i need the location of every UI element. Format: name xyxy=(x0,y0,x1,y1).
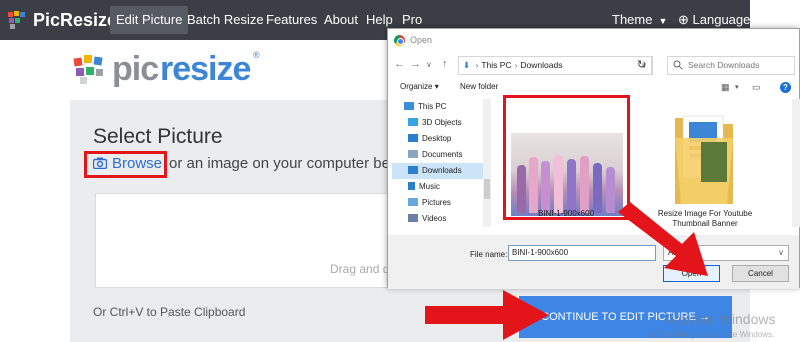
help-icon[interactable]: ? xyxy=(780,82,791,93)
nav-features[interactable]: Features xyxy=(260,6,323,34)
nav-item-videos[interactable]: Videos xyxy=(408,211,446,227)
nav-item-label: This PC xyxy=(418,102,447,111)
picresize-logo-icon xyxy=(8,11,25,29)
activate-windows-watermark: Activate Windows xyxy=(665,311,776,327)
nav-item-desktop[interactable]: Desktop xyxy=(408,131,451,147)
chrome-icon xyxy=(394,35,405,46)
nav-edit-picture[interactable]: Edit Picture xyxy=(110,6,189,34)
chevron-down-icon: ∨ xyxy=(778,248,784,257)
up-arrow-icon[interactable]: ↑ xyxy=(442,58,448,70)
logo-registered-mark: ® xyxy=(253,50,260,60)
logo-text-pic: pic xyxy=(112,50,159,88)
back-arrow-icon[interactable]: ← xyxy=(394,58,405,70)
nav-item-music[interactable]: Music xyxy=(408,179,440,195)
address-bar[interactable]: ⬇ › This PC › Downloads ∨ xyxy=(458,56,652,75)
navigation-scrollbar-thumb[interactable] xyxy=(484,179,490,199)
pictures-icon xyxy=(408,198,418,206)
caret-down-icon: ▼ xyxy=(658,16,668,26)
nav-item-downloads[interactable]: Downloads xyxy=(392,163,491,179)
photo-figure xyxy=(541,161,550,213)
music-icon xyxy=(408,182,415,190)
nav-item-this-pc[interactable]: This PC xyxy=(404,99,446,115)
dialog-address-toolbar: ← → ∨ ↑ ⬇ › This PC › Downloads ∨ ↻ Search … xyxy=(388,53,799,77)
open-file-dialog: Open ← → ∨ ↑ ⬇ › This PC › Downloads ∨ ↻ Se… xyxy=(387,28,800,289)
search-placeholder: Search Downloads xyxy=(688,60,760,70)
red-arrow-icon xyxy=(425,290,549,340)
breadcrumb-downloads[interactable]: Downloads xyxy=(520,60,562,70)
preview-pane-icon[interactable]: ▭ xyxy=(752,82,761,93)
cube-icon xyxy=(408,118,418,126)
refresh-button[interactable]: ↻ xyxy=(631,56,653,75)
drag-drop-hint: Drag and d xyxy=(330,262,390,276)
photo-figure xyxy=(580,156,589,213)
nav-item-label: 3D Objects xyxy=(422,118,462,127)
forward-arrow-icon[interactable]: → xyxy=(410,58,421,70)
view-dropdown-icon[interactable]: ▾ xyxy=(735,83,739,91)
download-icon: ⬇ xyxy=(463,60,471,70)
dialog-title: Open xyxy=(410,35,433,45)
computer-icon xyxy=(404,102,414,110)
nav-item-documents[interactable]: Documents xyxy=(408,147,462,163)
videos-icon xyxy=(408,214,418,222)
recent-dropdown-icon[interactable]: ∨ xyxy=(426,60,432,69)
activate-windows-subtext: Go to Settings to activate Windows. xyxy=(648,330,775,339)
folder-icon[interactable] xyxy=(671,108,737,208)
nav-about[interactable]: About xyxy=(318,6,364,34)
organize-menu[interactable]: Organize ▾ xyxy=(400,82,439,91)
photo-figure xyxy=(567,159,576,213)
nav-item-label: Downloads xyxy=(422,166,462,175)
nav-item-label: Music xyxy=(419,182,440,191)
logo-text-resize: resize xyxy=(160,50,251,88)
nav-item-label: Videos xyxy=(422,214,447,223)
search-downloads-input[interactable]: Search Downloads xyxy=(667,56,795,75)
nav-item-pictures[interactable]: Pictures xyxy=(408,195,451,211)
nav-item-3d-objects[interactable]: 3D Objects xyxy=(408,115,462,131)
language-label: Language: xyxy=(692,12,754,27)
navigation-scrollbar[interactable] xyxy=(483,99,491,227)
page-title: Select Picture xyxy=(93,125,223,148)
photo-figure xyxy=(593,163,602,213)
view-options-icon[interactable]: ▦ xyxy=(721,82,730,93)
file-name-caption[interactable]: BINI-1-900x600 xyxy=(538,209,594,218)
caret-down-icon: ▾ xyxy=(434,82,439,91)
brand-name[interactable]: PicResize xyxy=(33,10,117,31)
photo-figure xyxy=(554,155,563,213)
download-icon xyxy=(408,166,418,174)
breadcrumb-this-pc[interactable]: This PC xyxy=(481,60,511,70)
browse-hint-text: or an image on your computer bel xyxy=(169,155,394,172)
red-arrow-icon xyxy=(618,202,708,276)
photo-figure xyxy=(517,165,526,213)
filename-label: File name: xyxy=(470,250,508,259)
desktop-icon xyxy=(408,134,418,142)
new-folder-button[interactable]: New folder xyxy=(460,82,498,91)
path-separator-icon: › xyxy=(475,60,479,70)
nav-batch-resize[interactable]: Batch Resize xyxy=(181,6,270,34)
picresize-large-logo-icon xyxy=(73,55,103,84)
nav-item-label: Documents xyxy=(422,150,463,159)
theme-label: Theme xyxy=(612,12,653,27)
file-thumbnail-image[interactable] xyxy=(511,133,623,216)
paste-clipboard-hint: Or Ctrl+V to Paste Clipboard xyxy=(93,305,246,319)
photo-figure xyxy=(529,157,538,213)
organize-label: Organize xyxy=(400,82,433,91)
nav-item-label: Pictures xyxy=(422,198,451,207)
file-list-scrollbar[interactable] xyxy=(792,99,800,227)
browse-link[interactable]: Browse xyxy=(112,155,162,172)
search-icon xyxy=(673,60,683,70)
documents-icon xyxy=(408,150,418,158)
path-separator-icon: › xyxy=(514,60,518,70)
camera-icon xyxy=(93,157,107,169)
nav-item-label: Desktop xyxy=(422,134,452,143)
cancel-button[interactable]: Cancel xyxy=(732,265,789,282)
navigation-pane: This PC 3D Objects Desktop Documents Dow… xyxy=(388,99,491,227)
dialog-titlebar: Open xyxy=(388,29,799,53)
globe-icon: ⊕ xyxy=(678,12,689,27)
